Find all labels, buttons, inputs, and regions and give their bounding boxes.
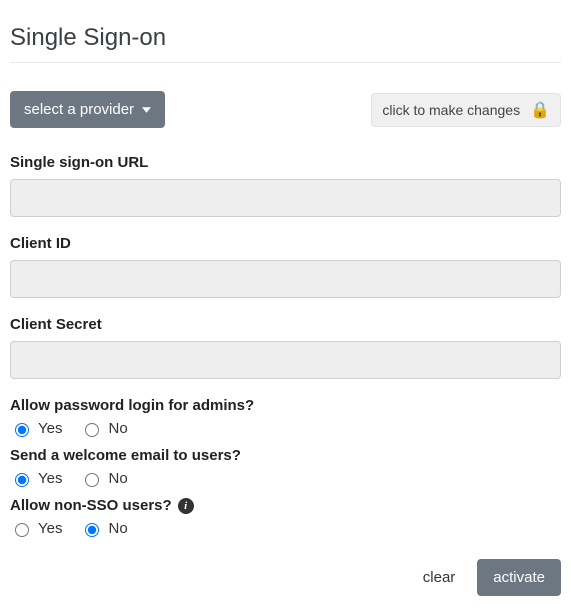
info-icon[interactable]: i	[178, 498, 194, 514]
admin-password-login-label: Allow password login for admins?	[10, 397, 561, 414]
client-secret-label: Client Secret	[10, 316, 561, 333]
allow-non-sso-label-row: Allow non-SSO users? i	[10, 497, 561, 514]
allow-non-sso-yes-label: Yes	[38, 520, 62, 537]
page-title: Single Sign-on	[10, 24, 561, 52]
admin-password-login-no-radio[interactable]	[85, 423, 99, 437]
welcome-email-yes-radio[interactable]	[15, 473, 29, 487]
allow-non-sso-no-radio[interactable]	[85, 523, 99, 537]
welcome-email-no-radio[interactable]	[85, 473, 99, 487]
admin-password-login-no-label: No	[108, 420, 127, 437]
welcome-email-no[interactable]: No	[80, 470, 127, 487]
clear-button[interactable]: clear	[415, 563, 464, 592]
field-sso-url: Single sign-on URL	[10, 154, 561, 217]
footer-row: clear activate	[10, 559, 561, 596]
welcome-email-label: Send a welcome email to users?	[10, 447, 561, 464]
chevron-down-icon	[142, 107, 151, 113]
allow-non-sso-yes[interactable]: Yes	[10, 520, 62, 537]
unlock-button[interactable]: click to make changes 🔒	[371, 93, 561, 127]
allow-non-sso-no-label: No	[108, 520, 127, 537]
unlock-button-label: click to make changes	[382, 102, 520, 118]
welcome-email-no-label: No	[108, 470, 127, 487]
admin-password-login-yes-radio[interactable]	[15, 423, 29, 437]
field-client-secret: Client Secret	[10, 316, 561, 379]
top-row: select a provider click to make changes …	[10, 91, 561, 128]
select-provider-label: select a provider	[24, 101, 134, 118]
activate-button[interactable]: activate	[477, 559, 561, 596]
allow-non-sso-label: Allow non-SSO users?	[10, 497, 172, 514]
allow-non-sso-no[interactable]: No	[80, 520, 127, 537]
client-id-label: Client ID	[10, 235, 561, 252]
field-client-id: Client ID	[10, 235, 561, 298]
client-id-input[interactable]	[10, 260, 561, 298]
allow-non-sso-options: Yes No	[10, 520, 561, 537]
sso-url-input[interactable]	[10, 179, 561, 217]
divider	[10, 62, 561, 63]
welcome-email-yes[interactable]: Yes	[10, 470, 62, 487]
admin-password-login-yes[interactable]: Yes	[10, 420, 62, 437]
admin-password-login-options: Yes No	[10, 420, 561, 437]
admin-password-login-yes-label: Yes	[38, 420, 62, 437]
welcome-email-yes-label: Yes	[38, 470, 62, 487]
client-secret-input[interactable]	[10, 341, 561, 379]
sso-url-label: Single sign-on URL	[10, 154, 561, 171]
allow-non-sso-yes-radio[interactable]	[15, 523, 29, 537]
select-provider-button[interactable]: select a provider	[10, 91, 165, 128]
admin-password-login-no[interactable]: No	[80, 420, 127, 437]
lock-icon: 🔒	[530, 100, 550, 120]
welcome-email-options: Yes No	[10, 470, 561, 487]
